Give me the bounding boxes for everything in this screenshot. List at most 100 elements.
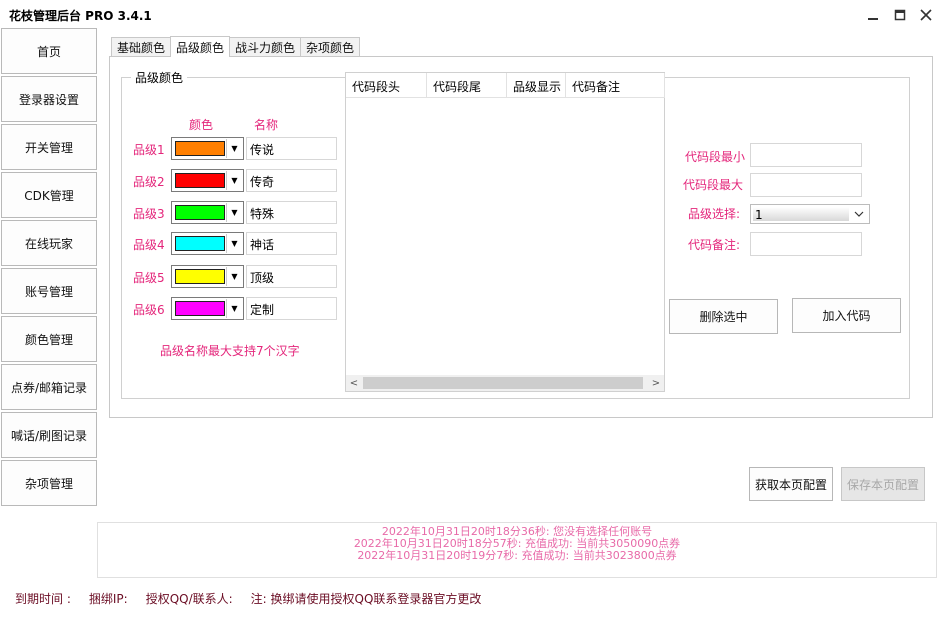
sidebar-item-accounts[interactable]: 账号管理 (1, 268, 97, 314)
code-max-label: 代码段最大 (683, 178, 744, 192)
column-header[interactable]: 代码段头 (346, 73, 427, 98)
tab-grade-colors[interactable]: 品级颜色 (170, 36, 231, 57)
grade-color-picker[interactable]: ▼ (171, 169, 244, 192)
auth-contact-label: 授权QQ/联系人: (145, 592, 233, 606)
grade-label: 品级2 (133, 175, 165, 189)
sidebar-item-online-players[interactable]: 在线玩家 (1, 220, 97, 266)
grade-name-input[interactable]: 神话 (246, 232, 337, 255)
sidebar-item-shout-log[interactable]: 喊话/刷图记录 (1, 412, 97, 458)
minimize-button[interactable] (862, 5, 884, 25)
bind-ip-label: 捆绑IP: (88, 592, 128, 606)
sidebar-item-label: 账号管理 (24, 284, 73, 299)
horizontal-scrollbar[interactable]: < > (346, 375, 664, 391)
grade-label: 品级3 (133, 207, 165, 221)
tab-label: 战斗力颜色 (235, 41, 296, 55)
code-max-input[interactable] (750, 173, 862, 197)
code-note-label: 代码备注: (688, 238, 741, 252)
sidebar-item-colors[interactable]: 颜色管理 (1, 316, 97, 362)
close-button[interactable] (915, 5, 937, 25)
sidebar-item-label: CDK管理 (24, 188, 74, 203)
delete-selected-button[interactable]: 删除选中 (669, 299, 778, 334)
minimize-icon (868, 18, 878, 20)
column-header[interactable]: 代码备注 (566, 73, 665, 98)
grade-color-picker[interactable]: ▼ (171, 201, 244, 224)
maximize-icon (894, 9, 906, 21)
code-min-label: 代码段最小 (685, 150, 746, 164)
save-config-button[interactable]: 保存本页配置 (841, 467, 925, 501)
sidebar-item-label: 杂项管理 (24, 476, 73, 491)
grade-select-label: 品级选择: (688, 207, 741, 221)
chevron-down-icon[interactable]: ▼ (226, 171, 242, 190)
color-swatch (175, 205, 225, 220)
scroll-left-icon[interactable]: < (346, 375, 362, 391)
column-header[interactable]: 品级显示 (507, 73, 566, 98)
grade-name-input[interactable]: 传说 (246, 137, 337, 160)
tab-label: 品级颜色 (176, 40, 225, 55)
sidebar-item-label: 首页 (36, 44, 61, 59)
code-list[interactable]: 代码段头 代码段尾 品级显示 代码备注 < > (345, 72, 665, 392)
grade-label: 品级1 (133, 143, 165, 157)
window-title: 花枝管理后台 PRO 3.4.1 (9, 9, 152, 23)
grade-color-picker[interactable]: ▼ (171, 137, 244, 160)
scroll-right-icon[interactable]: > (648, 375, 664, 391)
tab-label: 基础颜色 (117, 41, 166, 55)
chevron-down-icon[interactable]: ▼ (226, 139, 242, 158)
code-min-input[interactable] (750, 143, 862, 167)
sidebar-item-label: 在线玩家 (24, 236, 73, 251)
grade-name-input[interactable]: 顶级 (246, 265, 337, 288)
color-swatch (175, 301, 225, 316)
sidebar-item-cdk[interactable]: CDK管理 (1, 172, 97, 218)
grade-name-input[interactable]: 传奇 (246, 169, 337, 192)
color-column-header: 颜色 (189, 118, 214, 132)
add-code-button[interactable]: 加入代码 (792, 298, 901, 333)
grade-color-picker[interactable]: ▼ (171, 265, 244, 288)
sidebar-item-coupon-mail-log[interactable]: 点券/邮箱记录 (1, 364, 97, 410)
grade-label: 品级5 (133, 271, 165, 285)
sidebar-item-label: 颜色管理 (24, 332, 73, 347)
sidebar-item-label: 点券/邮箱记录 (10, 380, 88, 395)
color-swatch (175, 141, 225, 156)
chevron-down-icon[interactable] (851, 206, 867, 222)
grade-color-picker[interactable]: ▼ (171, 297, 244, 320)
chevron-down-icon[interactable]: ▼ (226, 234, 242, 253)
grade-name-hint: 品级名称最大支持7个汉字 (160, 344, 300, 358)
chevron-down-icon[interactable]: ▼ (226, 203, 242, 222)
tab-strip: 基础颜色 品级颜色 战斗力颜色 杂项颜色 (111, 36, 361, 57)
color-swatch (175, 236, 225, 251)
tab-misc-colors[interactable]: 杂项颜色 (300, 37, 361, 57)
maximize-button[interactable] (889, 5, 911, 25)
grade-label: 品级6 (133, 303, 165, 317)
chevron-down-icon[interactable]: ▼ (226, 299, 242, 318)
log-line: 2022年10月31日20时19分7秒: 充值成功: 当前共3023800点券 (357, 549, 677, 562)
fetch-config-button[interactable]: 获取本页配置 (749, 467, 833, 501)
tab-power-colors[interactable]: 战斗力颜色 (229, 37, 302, 57)
log-panel: 2022年10月31日20时18分36秒: 您没有选择任何账号 2022年10月… (97, 522, 937, 578)
color-swatch (175, 173, 225, 188)
color-swatch (175, 269, 225, 284)
sidebar-item-home[interactable]: 首页 (1, 28, 97, 74)
expire-time-label: 到期时间 : (15, 592, 71, 606)
grade-select-value: 1 (755, 208, 763, 222)
sidebar-item-label: 喊话/刷图记录 (10, 428, 88, 443)
sidebar-item-launcher-settings[interactable]: 登录器设置 (1, 76, 97, 122)
grade-color-picker[interactable]: ▼ (171, 232, 244, 255)
rebind-note: 注: 换绑请使用授权QQ联系登录器官方更改 (250, 592, 482, 606)
sidebar-item-switch-manage[interactable]: 开关管理 (1, 124, 97, 170)
grade-name-input[interactable]: 定制 (246, 297, 337, 320)
tab-label: 杂项颜色 (306, 41, 355, 55)
close-icon (920, 9, 932, 21)
code-list-header: 代码段头 代码段尾 品级显示 代码备注 (346, 73, 665, 98)
grade-label: 品级4 (133, 238, 165, 252)
column-header[interactable]: 代码段尾 (427, 73, 507, 98)
grade-select[interactable]: 1 (750, 204, 870, 224)
grade-name-input[interactable]: 特殊 (246, 201, 337, 224)
name-column-header: 名称 (254, 118, 279, 132)
scrollbar-thumb[interactable] (363, 377, 643, 389)
status-bar: 到期时间 : 捆绑IP: 授权QQ/联系人: 注: 换绑请使用授权QQ联系登录器… (15, 590, 481, 607)
group-title: 品级颜色 (131, 69, 188, 86)
tab-basic-colors[interactable]: 基础颜色 (111, 37, 172, 57)
sidebar-item-label: 登录器设置 (18, 92, 79, 107)
sidebar-item-misc[interactable]: 杂项管理 (1, 460, 97, 506)
chevron-down-icon[interactable]: ▼ (226, 267, 242, 286)
code-note-input[interactable] (750, 232, 862, 256)
